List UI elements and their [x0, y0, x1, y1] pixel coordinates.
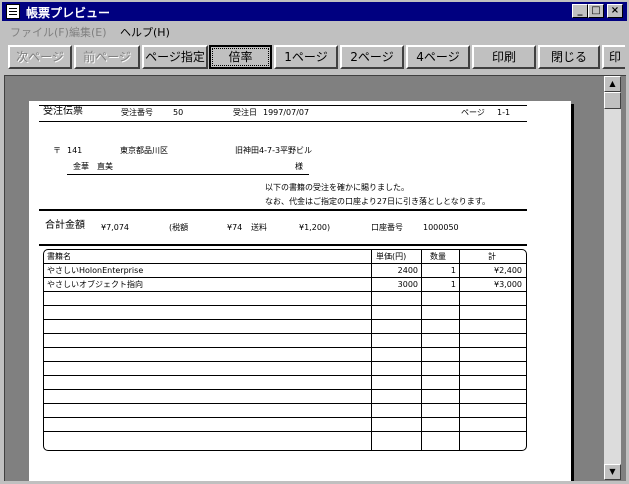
row-rule: [44, 333, 526, 334]
address-street: 旧神田4-7-3平野ビル: [235, 146, 313, 155]
close-button[interactable]: ×: [607, 4, 623, 18]
row-rule: [44, 319, 526, 320]
four-page-button[interactable]: 4ページ: [406, 45, 470, 69]
row-rule: [44, 305, 526, 306]
tax-value: ¥74: [227, 223, 243, 232]
order-date-label: 受注日: [233, 108, 257, 117]
shipping-value: ¥1,200): [299, 223, 331, 232]
message-line1: 以下の書籍の受注を確かに賜りました。: [265, 183, 409, 192]
page-specify-button[interactable]: ページ指定: [142, 45, 208, 69]
address-ward: 東京都品川区: [120, 146, 168, 155]
zoom-button-label: 倍率: [212, 48, 269, 66]
menu-bar: ファイル(F) 編集(E) ヘルプ(H): [2, 22, 627, 39]
account-value: 1000050: [423, 223, 459, 232]
header-rule-row: [44, 263, 526, 264]
one-page-button[interactable]: 1ページ: [274, 45, 338, 69]
header-quantity: 数量: [430, 252, 446, 261]
qty-column-rule: [421, 250, 422, 450]
message-line2: なお、代金はご指定の口座より27日に引き落としとなります。: [265, 197, 490, 206]
total-value: ¥7,074: [101, 223, 129, 232]
report-title: 受注伝票: [43, 106, 83, 117]
top-rule: [39, 105, 527, 106]
header-book-name: 書籍名: [47, 252, 71, 261]
customer-name: 金華 直美: [73, 162, 113, 171]
toolbar: 次ページ 前ページ ページ指定 倍率 1ページ 2ページ 4ページ 印刷 閉じる…: [4, 45, 625, 71]
scroll-up-button[interactable]: ▲: [604, 76, 621, 92]
maximize-button[interactable]: □: [588, 4, 604, 18]
total-label: 合計金額: [45, 220, 85, 231]
title-bar[interactable]: 帳票プレビュー _ □ ×: [2, 2, 627, 21]
page-value: 1-1: [497, 108, 511, 117]
total-bottom-rule: [39, 244, 527, 246]
next-page-button[interactable]: 次ページ: [8, 45, 72, 69]
header-rule: [39, 121, 527, 122]
scroll-thumb[interactable]: [604, 92, 621, 109]
account-label: 口座番号: [371, 223, 403, 232]
order-no-label: 受注番号: [121, 108, 153, 117]
items-table: 書籍名 単価(円) 数量 計 やさしいHolonEnterprise 2400 …: [43, 249, 527, 451]
zoom-button[interactable]: 倍率: [209, 45, 272, 69]
menu-file[interactable]: ファイル(F): [10, 24, 69, 40]
header-unit-price: 単価(円): [376, 252, 407, 261]
row-rule: [44, 347, 526, 348]
honorific: 様: [295, 162, 303, 171]
subtotal: ¥2,400: [494, 266, 522, 275]
shipping-label: 送料: [251, 223, 267, 232]
row-rule: [44, 277, 526, 278]
minimize-button[interactable]: _: [572, 4, 588, 18]
quantity: 1: [450, 266, 456, 275]
price-column-rule: [371, 250, 372, 450]
total-column-rule: [459, 250, 460, 450]
print-button[interactable]: 印刷: [472, 45, 536, 69]
book-name: やさしいHolonEnterprise: [47, 266, 144, 275]
prev-page-button[interactable]: 前ページ: [74, 45, 140, 69]
order-date: 1997/07/07: [263, 108, 310, 117]
window-title: 帳票プレビュー: [26, 6, 111, 20]
book-name: やさしいオブジェクト指向: [47, 280, 143, 289]
preview-window: 帳票プレビュー _ □ × ファイル(F) 編集(E) ヘルプ(H) 次ページ …: [0, 0, 629, 484]
header-subtotal: 計: [488, 252, 496, 261]
unit-price: 3000: [397, 280, 418, 289]
row-rule: [44, 375, 526, 376]
row-rule: [44, 389, 526, 390]
order-no: 50: [173, 108, 184, 117]
row-rule: [44, 403, 526, 404]
page-label: ページ: [461, 108, 485, 117]
preview-area[interactable]: 受注伝票 受注番号 50 受注日 1997/07/07 ページ 1-1 〒 14…: [4, 75, 626, 481]
tax-label: (税額: [169, 223, 189, 232]
row-rule: [44, 431, 526, 432]
app-document-icon[interactable]: [6, 4, 20, 19]
row-rule: [44, 417, 526, 418]
menu-help[interactable]: ヘルプ(H): [120, 24, 170, 40]
row-rule: [44, 361, 526, 362]
extra-button[interactable]: 印: [602, 45, 625, 69]
customer-underline: [67, 174, 309, 175]
close-preview-button[interactable]: 閉じる: [538, 45, 600, 69]
scroll-down-button[interactable]: ▼: [604, 464, 621, 480]
total-top-rule: [39, 209, 527, 211]
menu-edit[interactable]: 編集(E): [69, 24, 107, 40]
vertical-scrollbar[interactable]: ▲ ▼: [604, 76, 621, 480]
row-rule: [44, 291, 526, 292]
subtotal: ¥3,000: [494, 280, 522, 289]
postal-code: 141: [67, 146, 83, 155]
two-page-button[interactable]: 2ページ: [340, 45, 404, 69]
report-page: 受注伝票 受注番号 50 受注日 1997/07/07 ページ 1-1 〒 14…: [29, 101, 571, 481]
postal-mark: 〒: [53, 146, 61, 155]
quantity: 1: [450, 280, 456, 289]
unit-price: 2400: [397, 266, 418, 275]
